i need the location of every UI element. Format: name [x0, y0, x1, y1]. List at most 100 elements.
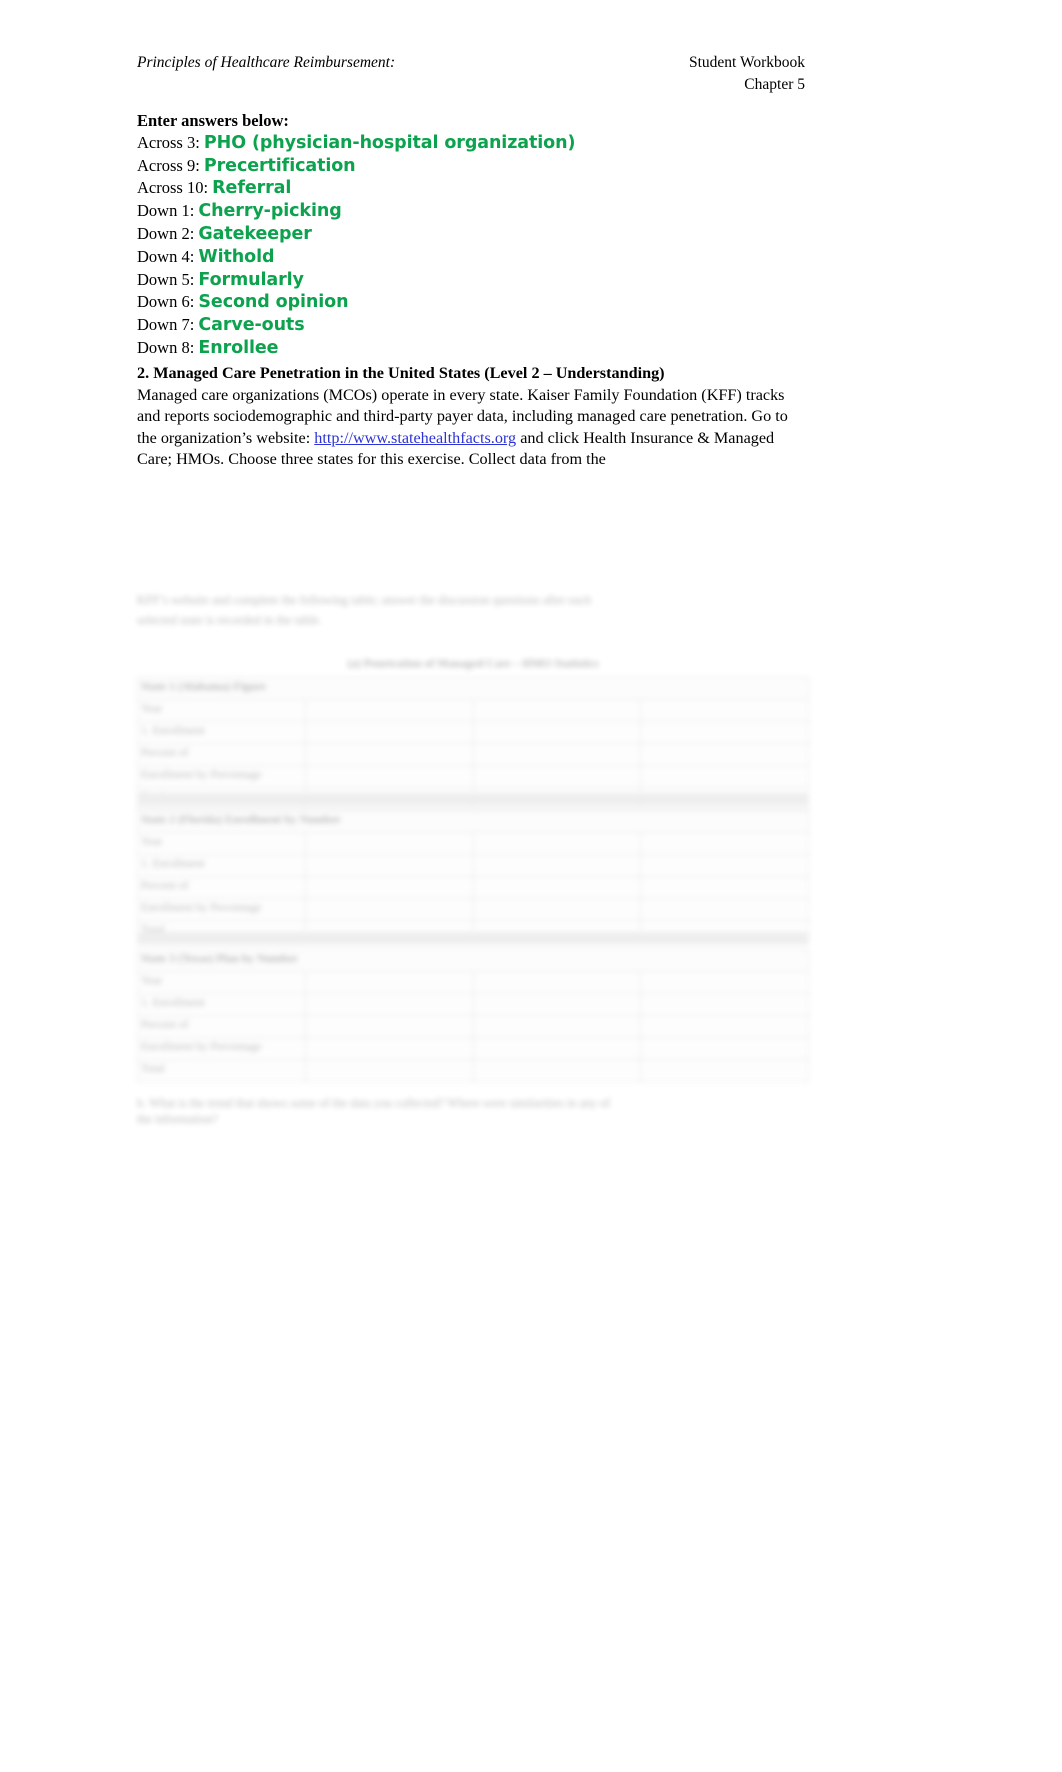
- answer-value: Withold: [198, 246, 275, 267]
- faded-table-caption: (a) Penetration of Managed Care – HMO St…: [347, 657, 599, 670]
- faded-row-label: 1. Enrollment: [137, 993, 306, 1016]
- faded-cell[interactable]: [472, 743, 642, 766]
- faded-table-row: Enrollment by Percentage: [137, 765, 809, 788]
- answer-row: Down 5: Formularly: [137, 269, 837, 292]
- faded-cell[interactable]: [640, 699, 809, 722]
- faded-row-label: Percent of: [137, 1015, 306, 1038]
- faded-cell[interactable]: [304, 1037, 474, 1060]
- header-chapter-label: Chapter 5: [744, 76, 805, 93]
- answer-value: Gatekeeper: [198, 223, 312, 244]
- faded-cell[interactable]: [304, 898, 474, 921]
- faded-table-row: Enrollment by Percentage: [137, 898, 809, 921]
- faded-cell[interactable]: [640, 765, 809, 788]
- faded-cell[interactable]: [304, 832, 474, 855]
- faded-cell[interactable]: [304, 876, 474, 899]
- faded-table-row: Percent of: [137, 1015, 809, 1038]
- answer-row: Down 7: Carve-outs: [137, 314, 837, 337]
- faded-cell[interactable]: [304, 743, 474, 766]
- faded-table-row: 1. Enrollment: [137, 854, 809, 877]
- faded-cell[interactable]: [640, 854, 809, 877]
- header-workbook-label: Student Workbook: [688, 54, 805, 71]
- answer-clue-label: Down 6:: [137, 292, 195, 312]
- answer-value: Carve-outs: [198, 315, 305, 336]
- faded-cell[interactable]: [472, 854, 642, 877]
- answer-value: Precertification: [203, 155, 356, 176]
- answer-row: Down 6: Second opinion: [137, 291, 837, 314]
- faded-cell[interactable]: [304, 721, 474, 744]
- faded-intro-line-1: KFF’s website and complete the following…: [137, 593, 592, 607]
- faded-cell[interactable]: [304, 1059, 474, 1082]
- faded-cell[interactable]: [472, 1059, 642, 1082]
- faded-row-label: Year: [137, 971, 306, 994]
- faded-cell[interactable]: [304, 993, 474, 1016]
- answer-value: Cherry-picking: [198, 201, 342, 222]
- section-2: 2. Managed Care Penetration in the Unite…: [137, 363, 807, 471]
- faded-cell[interactable]: [640, 1037, 809, 1060]
- faded-cell[interactable]: [640, 993, 809, 1016]
- answer-clue-label: Down 7:: [137, 315, 195, 335]
- faded-cell[interactable]: [304, 971, 474, 994]
- section-2-paragraph: Managed care organizations (MCOs) operat…: [137, 385, 807, 471]
- header-book-title: Principles of Healthcare Reimbursement:: [137, 54, 396, 71]
- answer-row: Down 1: Cherry-picking: [137, 200, 837, 223]
- faded-footnote: b. What is the trend that shows some of …: [137, 1095, 809, 1127]
- faded-cell[interactable]: [640, 971, 809, 994]
- faded-worksheet-region: KFF’s website and complete the following…: [120, 560, 840, 1140]
- answer-clue-label: Across 3:: [137, 132, 200, 152]
- document-page: Principles of Healthcare Reimbursement: …: [0, 0, 1062, 1772]
- faded-cell[interactable]: [640, 743, 809, 766]
- answer-value: PHO (physician-hospital organization): [203, 132, 576, 153]
- faded-table-block-3: State 3 (Texas) Plan by Number Year 1. E…: [137, 949, 809, 1082]
- answer-row: Down 8: Enrollee: [137, 337, 837, 360]
- answer-clue-label: Down 5:: [137, 269, 195, 289]
- faded-cell[interactable]: [472, 1037, 642, 1060]
- faded-cell[interactable]: [472, 898, 642, 921]
- answer-row: Down 4: Withold: [137, 246, 837, 269]
- faded-cell[interactable]: [472, 971, 642, 994]
- faded-table-block-2: State 2 (Florida) Enrollment by Number Y…: [137, 810, 809, 943]
- faded-cell[interactable]: [304, 854, 474, 877]
- faded-cell[interactable]: [472, 765, 642, 788]
- faded-row-label: Year: [137, 699, 306, 722]
- faded-cell[interactable]: [472, 993, 642, 1016]
- faded-cell[interactable]: [640, 898, 809, 921]
- faded-cell[interactable]: [640, 721, 809, 744]
- faded-table-block-1: (a) Penetration of Managed Care – HMO St…: [137, 655, 809, 810]
- faded-cell[interactable]: [304, 1015, 474, 1038]
- faded-table-row: Total: [137, 1059, 809, 1082]
- faded-block-separator-1: [137, 793, 809, 806]
- faded-table-row: Year: [137, 832, 809, 855]
- answer-clue-label: Across 10:: [137, 178, 209, 198]
- answer-clue-label: Down 2:: [137, 223, 195, 243]
- faded-cell[interactable]: [472, 721, 642, 744]
- answer-value: Second opinion: [198, 292, 349, 313]
- faded-intro-line-2: selected state is recorded in the table.: [137, 613, 322, 627]
- answer-row: Down 2: Gatekeeper: [137, 223, 837, 246]
- faded-cell[interactable]: [640, 832, 809, 855]
- faded-cell[interactable]: [640, 876, 809, 899]
- answer-clue-label: Down 4:: [137, 246, 195, 266]
- faded-table-row: Enrollment by Percentage: [137, 1037, 809, 1060]
- answer-clue-label: Across 9:: [137, 155, 200, 175]
- faded-footnote-line-1: b. What is the trend that shows some of …: [137, 1096, 611, 1110]
- section-2-heading: 2. Managed Care Penetration in the Unite…: [137, 364, 665, 382]
- faded-row-label: Enrollment by Percentage: [137, 1037, 306, 1060]
- faded-cell[interactable]: [472, 699, 642, 722]
- faded-cell[interactable]: [640, 1015, 809, 1038]
- faded-cell[interactable]: [472, 876, 642, 899]
- faded-cell[interactable]: [304, 765, 474, 788]
- faded-table-row: Year: [137, 699, 809, 722]
- answer-row: Across 10: Referral: [137, 177, 837, 200]
- faded-table-row: Percent of: [137, 876, 809, 899]
- answer-value: Formularly: [198, 269, 304, 290]
- faded-cell[interactable]: [472, 832, 642, 855]
- statehealthfacts-link[interactable]: http://www.statehealthfacts.org: [314, 429, 516, 447]
- faded-table-row: Percent of: [137, 743, 809, 766]
- faded-state-label: State 2 (Florida) Enrollment by Number: [137, 810, 809, 833]
- faded-row-label: Enrollment by Percentage: [137, 765, 306, 788]
- faded-cell[interactable]: [472, 1015, 642, 1038]
- faded-cell[interactable]: [640, 1059, 809, 1082]
- faded-row-label: Percent of: [137, 743, 306, 766]
- faded-state-label: State 3 (Texas) Plan by Number: [137, 949, 809, 972]
- faded-cell[interactable]: [304, 699, 474, 722]
